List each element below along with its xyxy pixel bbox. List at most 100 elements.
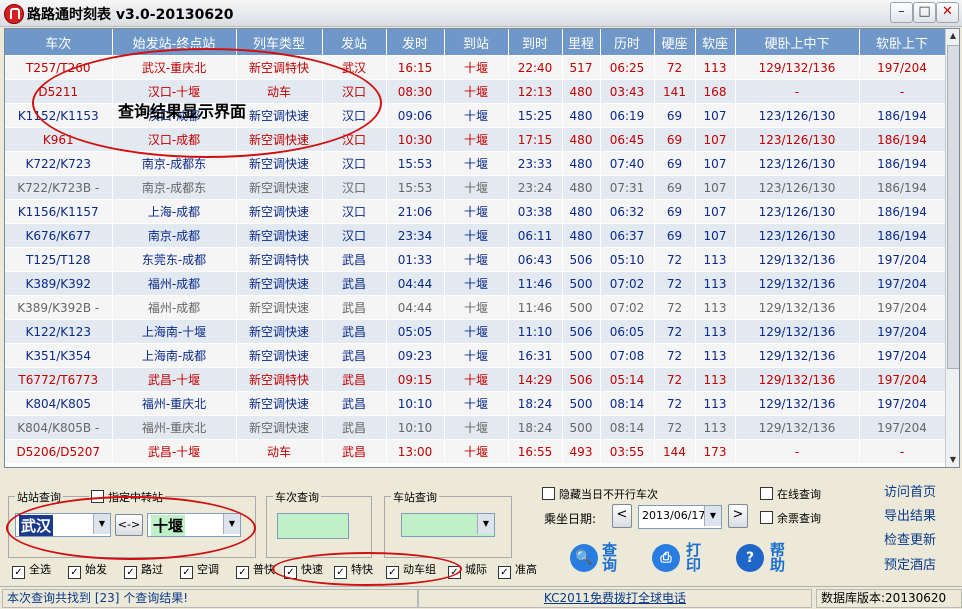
column-header[interactable]: 里程	[562, 29, 601, 56]
vertical-scrollbar[interactable]: ▲ ▼	[945, 29, 959, 467]
checkmark-icon[interactable]: ✓	[68, 566, 81, 579]
table-cell: 129/132/136	[735, 319, 860, 344]
table-cell: 129/132/136	[735, 367, 860, 392]
printer-icon[interactable]: ⎙	[652, 544, 680, 572]
column-header[interactable]: 硬卧上中下	[735, 29, 860, 56]
table-cell: 123/126/130	[735, 151, 860, 176]
filter-checkbox[interactable]: ✓ 普快	[236, 561, 275, 579]
table-row[interactable]: K722/K723B - 南京-成都东 新空调快速 汉口 15:53 十堰 23:24 480…	[5, 175, 946, 200]
checkmark-icon[interactable]: ✓	[124, 566, 137, 579]
window-title: 路路通时刻表 v3.0-20130620	[27, 7, 234, 23]
table-cell: 武昌	[322, 439, 387, 464]
chevron-down-icon[interactable]: ▼	[477, 514, 494, 534]
table-cell: 480	[562, 151, 601, 176]
table-cell: 汉口	[322, 199, 387, 224]
status-ad-link[interactable]: KC2011免费拨打全球电话	[418, 589, 812, 608]
checkmark-icon[interactable]: ✓	[498, 566, 511, 579]
table-row[interactable]: T125/T128 东莞东-成都 新空调特快 武昌 01:33 十堰 06:43 506 05:…	[5, 247, 946, 272]
table-cell: 123/126/130	[735, 175, 860, 200]
table-row[interactable]: K676/K677 南京-成都 新空调快速 汉口 23:34 十堰 06:11 480 06:3…	[5, 223, 946, 248]
table-cell: 11:46	[508, 271, 563, 296]
filter-checkbox[interactable]: ✓ 准高	[498, 561, 537, 579]
table-row[interactable]: K389/K392B - 福州-成都 新空调快速 武昌 04:44 十堰 11:46 500 0…	[5, 295, 946, 320]
table-cell: 十堰	[444, 271, 509, 296]
search-icon[interactable]: 🔍	[570, 544, 598, 572]
help-icon[interactable]: ?	[736, 544, 764, 572]
table-cell: K1156/K1157	[5, 199, 113, 224]
table-row[interactable]: D5206/D5207 武昌-十堰 动车 武昌 13:00 十堰 16:55 493 03:55…	[5, 439, 946, 464]
table-cell: K676/K677	[5, 223, 113, 248]
train-number-input[interactable]	[277, 513, 349, 539]
close-button[interactable]: ✕	[936, 2, 959, 23]
maximize-button[interactable]: □	[913, 2, 936, 23]
filter-checkbox[interactable]: ✓ 始发	[68, 561, 107, 579]
table-cell: 04:44	[386, 295, 445, 320]
table-cell: 500	[562, 343, 601, 368]
next-date-button[interactable]: >	[728, 504, 748, 528]
checkmark-icon[interactable]: ✓	[180, 566, 193, 579]
ticket-query-box[interactable]	[760, 511, 773, 524]
scroll-thumb[interactable]	[947, 45, 959, 369]
table-row[interactable]: K389/K392 福州-成都 新空调快速 武昌 04:44 十堰 11:46 500 07:0…	[5, 271, 946, 296]
link-hotel[interactable]: 预定酒店	[884, 554, 936, 573]
table-row[interactable]: K351/K354 上海南-成都 新空调快速 武昌 09:23 十堰 16:31 500 07:…	[5, 343, 946, 368]
table-cell: 动车	[236, 439, 323, 464]
hide-nonrunning-checkbox[interactable]: 隐藏当日不开行车次	[542, 486, 658, 502]
table-cell: 129/132/136	[735, 343, 860, 368]
station-select[interactable]: ▼	[401, 513, 495, 537]
table-cell: 197/204	[859, 247, 946, 272]
table-cell: 15:53	[386, 175, 445, 200]
table-row[interactable]: K804/K805 福州-重庆北 新空调快速 武昌 10:10 十堰 18:24 500 08:…	[5, 391, 946, 416]
column-header[interactable]: 硬座	[654, 29, 696, 56]
table-cell: 72	[654, 343, 696, 368]
table-cell: 141	[654, 79, 696, 104]
column-header[interactable]: 到时	[508, 29, 563, 56]
scroll-down-icon[interactable]: ▼	[946, 453, 959, 467]
table-cell: 新空调快速	[236, 319, 323, 344]
table-cell: 十堰	[444, 319, 509, 344]
filter-checkbox[interactable]: ✓ 全选	[12, 561, 51, 579]
table-row[interactable]: K122/K123 上海南-十堰 新空调快速 武昌 05:05 十堰 11:10 506 06:…	[5, 319, 946, 344]
online-query-box[interactable]	[760, 487, 773, 500]
table-cell: 09:15	[386, 367, 445, 392]
train-query-panel: 车次查询	[266, 489, 372, 558]
checkmark-icon[interactable]: ✓	[12, 566, 25, 579]
chevron-down-icon[interactable]: ▼	[704, 506, 721, 526]
column-header[interactable]: 发时	[386, 29, 445, 56]
table-row[interactable]: K1156/K1157 上海-成都 新空调快速 汉口 21:06 十堰 03:38 480 06…	[5, 199, 946, 224]
table-row[interactable]: T6772/T6773 武昌-十堰 新空调特快 武昌 09:15 十堰 14:29 506 05…	[5, 367, 946, 392]
checkmark-icon[interactable]: ✓	[236, 566, 249, 579]
table-cell: -	[735, 439, 860, 464]
table-cell: 107	[695, 103, 736, 128]
column-header[interactable]: 软座	[695, 29, 736, 56]
table-cell: 15:53	[386, 151, 445, 176]
filter-checkbox[interactable]: ✓ 空调	[180, 561, 219, 579]
column-header[interactable]: 软卧上下	[859, 29, 946, 56]
table-cell: 十堰	[444, 127, 509, 152]
column-header[interactable]: 历时	[600, 29, 655, 56]
table-cell: 113	[695, 391, 736, 416]
scroll-up-icon[interactable]: ▲	[946, 29, 959, 43]
filter-label: 城际	[465, 563, 487, 576]
online-query-checkbox[interactable]: 在线查询	[760, 486, 821, 502]
table-cell: 武昌	[322, 247, 387, 272]
table-cell: 517	[562, 55, 601, 80]
filter-checkbox[interactable]: ✓ 路过	[124, 561, 163, 579]
table-cell: T125/T128	[5, 247, 113, 272]
column-header[interactable]: 车次	[5, 29, 113, 56]
table-row[interactable]: K804/K805B - 福州-重庆北 新空调快速 武昌 10:10 十堰 18:24 500…	[5, 415, 946, 440]
link-home[interactable]: 访问首页	[884, 481, 936, 500]
link-export[interactable]: 导出结果	[884, 505, 936, 524]
ticket-query-checkbox[interactable]: 余票查询	[760, 510, 821, 526]
table-cell: 21:06	[386, 199, 445, 224]
link-update[interactable]: 检查更新	[884, 529, 936, 548]
filter-label: 全选	[29, 563, 51, 576]
minimize-button[interactable]: –	[890, 2, 913, 23]
table-row[interactable]: K722/K723 南京-成都东 新空调快速 汉口 15:53 十堰 23:33 480 07:…	[5, 151, 946, 176]
hide-nonrunning-box[interactable]	[542, 487, 555, 500]
prev-date-button[interactable]: <	[612, 504, 632, 528]
table-cell: 南京-成都东	[112, 175, 237, 200]
column-header[interactable]: 到站	[444, 29, 509, 56]
date-picker[interactable]: 2013/06/17 ▼	[638, 505, 722, 529]
column-header[interactable]: 发站	[322, 29, 387, 56]
